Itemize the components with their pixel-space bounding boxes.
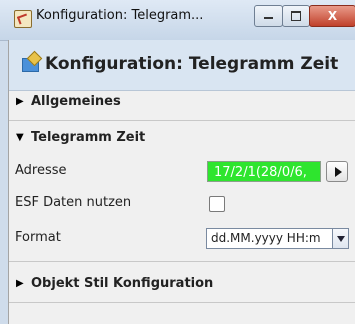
format-select[interactable]: dd.MM.yyyy HH:m: [206, 228, 333, 249]
minimize-icon: [264, 17, 273, 19]
adresse-label: Adresse: [15, 163, 67, 178]
close-icon: X: [327, 9, 338, 23]
edit-config-icon: [22, 58, 39, 72]
format-label: Format: [15, 230, 61, 245]
dialog-window: Konfiguration: Telegram... X Konfigurati…: [0, 0, 355, 324]
section-allgemeines-label: Allgemeines: [31, 94, 121, 109]
java-app-icon: [14, 10, 32, 28]
section-telegramm-zeit-label: Telegramm Zeit: [31, 130, 146, 145]
section-divider: [9, 261, 355, 262]
adresse-field[interactable]: 17/2/1(28/0/6,: [207, 161, 321, 182]
title-bar[interactable]: Konfiguration: Telegram... X: [0, 0, 355, 41]
maximize-icon: [291, 11, 301, 21]
maximize-button[interactable]: [282, 5, 310, 27]
section-divider: [9, 120, 355, 121]
page-title: Konfiguration: Telegramm Zeit: [45, 54, 339, 74]
minimize-button[interactable]: [254, 5, 283, 27]
section-objekt-stil-header[interactable]: ▶ Objekt Stil Konfiguration: [9, 274, 355, 296]
esf-checkbox[interactable]: [209, 196, 225, 212]
section-divider: [9, 302, 355, 303]
close-button[interactable]: X: [309, 5, 355, 27]
dialog-content: Konfiguration: Telegramm Zeit ▶ Allgemei…: [8, 40, 355, 324]
section-telegramm-zeit-header[interactable]: ▼ Telegramm Zeit: [9, 128, 355, 150]
dialog-header: Konfiguration: Telegramm Zeit: [9, 40, 355, 91]
collapsed-arrow-icon: ▶: [16, 278, 24, 289]
section-allgemeines-header[interactable]: ▶ Allgemeines: [9, 92, 355, 114]
adresse-select-button[interactable]: [326, 161, 348, 182]
format-dropdown-arrow-icon[interactable]: [333, 228, 349, 249]
expanded-arrow-icon: ▼: [16, 132, 24, 143]
window-title: Konfiguration: Telegram...: [36, 8, 204, 23]
esf-label: ESF Daten nutzen: [15, 195, 132, 210]
section-objekt-stil-label: Objekt Stil Konfiguration: [31, 276, 214, 291]
collapsed-arrow-icon: ▶: [16, 96, 24, 107]
